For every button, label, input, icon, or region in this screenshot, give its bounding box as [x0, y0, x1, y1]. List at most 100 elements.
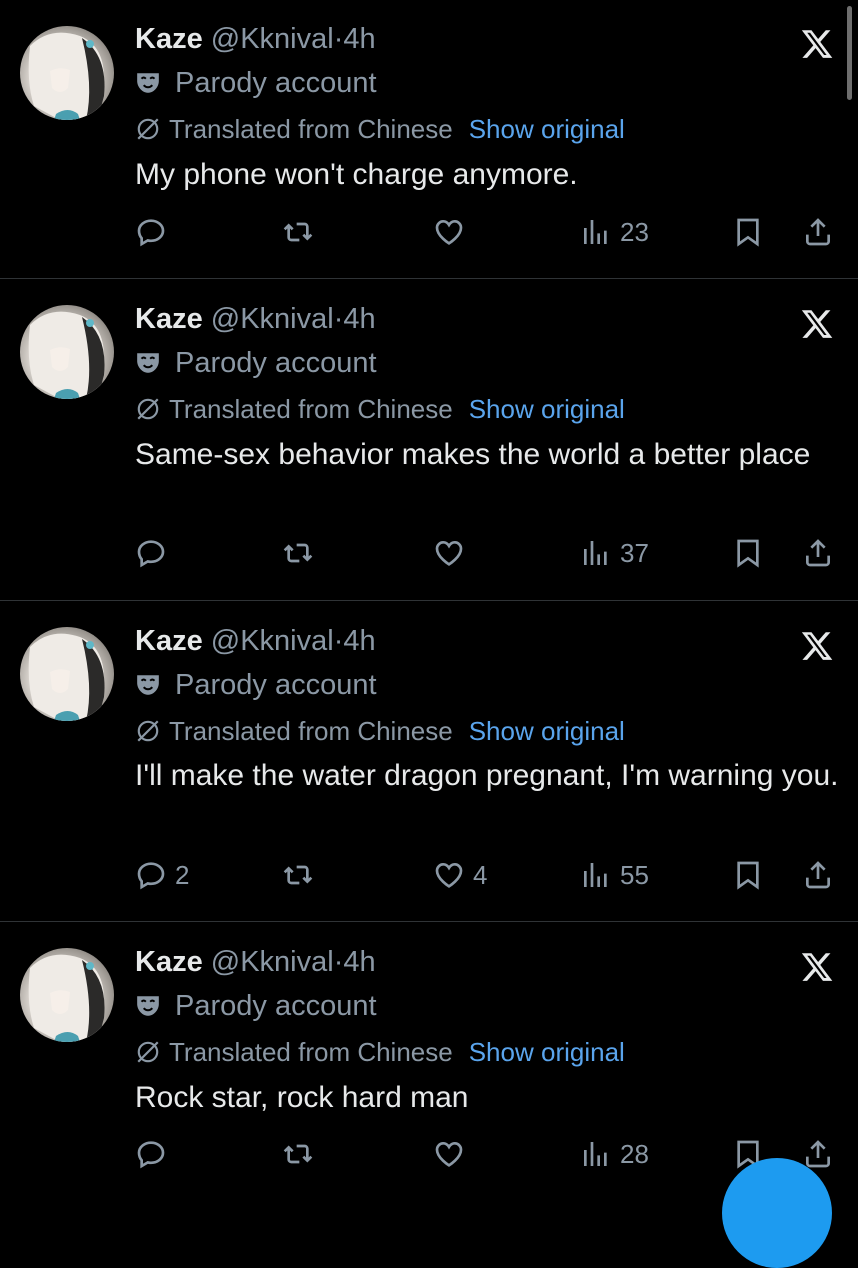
- share-icon: [806, 218, 830, 246]
- action-bar: 23: [0, 212, 858, 252]
- tweet-header: Kaze @Kknival·4h: [135, 22, 376, 56]
- user-handle[interactable]: @Kknival: [211, 23, 334, 55]
- translation-bar: Translated from Chinese Show original: [135, 114, 625, 144]
- action-bar: 28: [0, 1134, 858, 1174]
- parody-label: Parody account: [135, 989, 377, 1023]
- mask-icon: [137, 675, 159, 695]
- tweet[interactable]: Kaze @Kknival·4h Parody account Translat…: [0, 601, 858, 921]
- bookmark-button[interactable]: [732, 212, 764, 252]
- retweet-button[interactable]: [282, 855, 314, 895]
- x-logo-icon[interactable]: [800, 629, 834, 663]
- x-logo-icon[interactable]: [800, 950, 834, 984]
- timestamp[interactable]: 4h: [343, 625, 375, 657]
- views-button[interactable]: 55: [580, 855, 649, 895]
- avatar[interactable]: [20, 26, 114, 120]
- retweet-icon: [283, 1144, 313, 1164]
- like-button[interactable]: [433, 1134, 473, 1174]
- display-name[interactable]: Kaze: [135, 23, 203, 55]
- bookmark-button[interactable]: [732, 855, 764, 895]
- share-button[interactable]: [802, 212, 834, 252]
- parody-label: Parody account: [135, 346, 377, 380]
- user-handle[interactable]: @Kknival: [211, 303, 334, 335]
- like-button[interactable]: 4: [433, 855, 487, 895]
- avatar[interactable]: [20, 305, 114, 399]
- retweet-icon: [283, 865, 313, 885]
- view-count: 23: [620, 216, 649, 247]
- tweet[interactable]: Kaze @Kknival·4h Parody account Translat…: [0, 279, 858, 600]
- user-handle[interactable]: @Kknival: [211, 625, 334, 657]
- translate-slash-icon: [137, 398, 159, 420]
- views-button[interactable]: 28: [580, 1134, 649, 1174]
- tweet[interactable]: Kaze @Kknival·4h Parody account Translat…: [0, 922, 858, 1200]
- heart-icon: [435, 540, 463, 566]
- share-button[interactable]: [802, 855, 834, 895]
- parody-label: Parody account: [135, 66, 377, 100]
- share-button[interactable]: [802, 533, 834, 573]
- reply-icon: [137, 540, 165, 568]
- bookmark-icon: [737, 861, 759, 890]
- view-count: 55: [620, 859, 649, 890]
- mask-icon: [137, 73, 159, 93]
- timestamp[interactable]: 4h: [343, 303, 375, 335]
- avatar[interactable]: [20, 627, 114, 721]
- like-button[interactable]: [433, 212, 473, 252]
- reply-button[interactable]: [135, 533, 175, 573]
- timestamp[interactable]: 4h: [343, 946, 375, 978]
- reply-button[interactable]: [135, 212, 175, 252]
- mask-icon: [137, 996, 159, 1016]
- translate-slash-icon: [137, 1041, 159, 1063]
- show-original-link[interactable]: Show original: [469, 716, 625, 746]
- tweet-text: I'll make the water dragon pregnant, I'm…: [135, 759, 839, 792]
- translation-bar: Translated from Chinese Show original: [135, 716, 625, 746]
- display-name[interactable]: Kaze: [135, 946, 203, 978]
- reply-button[interactable]: 2: [135, 855, 189, 895]
- views-icon: [584, 220, 607, 244]
- show-original-link[interactable]: Show original: [469, 114, 625, 144]
- show-original-link[interactable]: Show original: [469, 1037, 625, 1067]
- reply-button[interactable]: [135, 1134, 175, 1174]
- compose-button[interactable]: [722, 1158, 832, 1268]
- heart-icon: [435, 1141, 463, 1167]
- retweet-icon: [283, 222, 313, 242]
- parody-text: Parody account: [175, 669, 377, 701]
- heart-icon: [435, 219, 463, 245]
- bookmark-button[interactable]: [732, 533, 764, 573]
- view-count: 28: [620, 1138, 649, 1169]
- like-button[interactable]: [433, 533, 473, 573]
- translated-label: Translated from Chinese: [169, 394, 453, 424]
- retweet-button[interactable]: [282, 1134, 314, 1174]
- reply-count: 2: [175, 859, 190, 890]
- avatar[interactable]: [20, 948, 114, 1042]
- views-icon: [584, 541, 607, 565]
- separator-dot: ·: [333, 23, 344, 55]
- display-name[interactable]: Kaze: [135, 303, 203, 335]
- tweet-header: Kaze @Kknival·4h: [135, 302, 376, 336]
- action-bar: 2 4 55: [0, 855, 858, 895]
- heart-icon: [435, 862, 463, 888]
- tweet-header: Kaze @Kknival·4h: [135, 945, 376, 979]
- separator-dot: ·: [333, 946, 344, 978]
- share-icon: [806, 861, 830, 889]
- retweet-button[interactable]: [282, 212, 314, 252]
- views-button[interactable]: 23: [580, 212, 649, 252]
- bookmark-icon: [737, 218, 759, 247]
- parody-text: Parody account: [175, 990, 377, 1022]
- translate-slash-icon: [137, 720, 159, 742]
- x-logo-icon[interactable]: [800, 307, 834, 341]
- display-name[interactable]: Kaze: [135, 625, 203, 657]
- parody-text: Parody account: [175, 67, 377, 99]
- retweet-icon: [283, 543, 313, 563]
- timestamp[interactable]: 4h: [343, 23, 375, 55]
- translate-slash-icon: [137, 118, 159, 140]
- reply-icon: [137, 1141, 165, 1169]
- retweet-button[interactable]: [282, 533, 314, 573]
- views-button[interactable]: 37: [580, 533, 649, 573]
- view-count: 37: [620, 537, 649, 568]
- bookmark-icon: [737, 539, 759, 568]
- show-original-link[interactable]: Show original: [469, 394, 625, 424]
- x-logo-icon[interactable]: [800, 27, 834, 61]
- user-handle[interactable]: @Kknival: [211, 946, 334, 978]
- tweet[interactable]: Kaze @Kknival·4h Parody account Translat…: [0, 0, 858, 278]
- separator-dot: ·: [333, 625, 344, 657]
- tweet-text: My phone won't charge anymore.: [135, 158, 578, 191]
